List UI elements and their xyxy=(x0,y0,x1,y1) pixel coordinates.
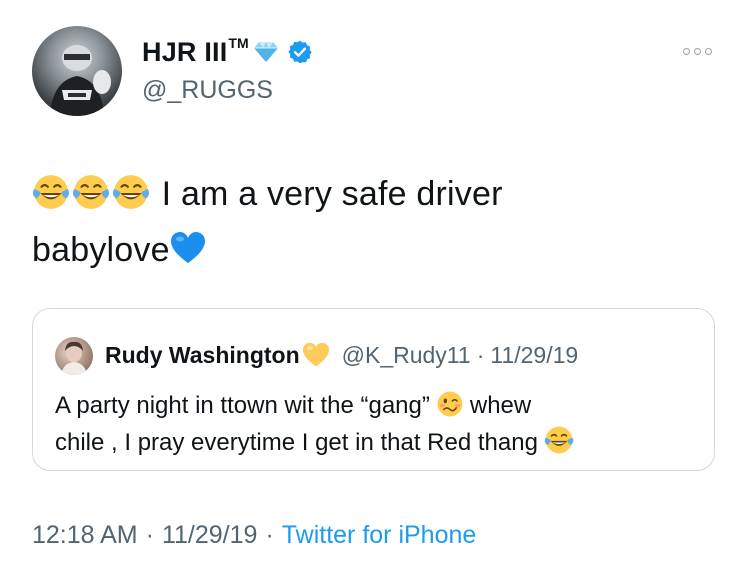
tears-of-joy-emoji-icon xyxy=(544,426,574,454)
tweet-metadata: 12:18 AM · 11/29/19 · Twitter for iPhone xyxy=(32,521,476,550)
quoted-date[interactable]: 11/29/19 xyxy=(490,342,578,369)
quoted-tweet-text: A party night in ttown wit the “gang” wh… xyxy=(55,387,695,461)
avatar-image xyxy=(50,45,111,116)
author-display-name[interactable]: HJR III xyxy=(142,37,227,68)
tweet-time[interactable]: 12:18 AM xyxy=(32,521,138,549)
quoted-tweet-card[interactable]: Rudy Washington @K_Rudy11 · 11/29/19 A p… xyxy=(32,308,715,471)
author-avatar[interactable] xyxy=(32,26,122,116)
quoted-header: Rudy Washington @K_Rudy11 · 11/29/19 xyxy=(105,340,578,370)
tweet: HJR III TM @_RUGGS I am a very safe driv… xyxy=(0,0,745,565)
author-handle[interactable]: @_RUGGS xyxy=(142,76,273,105)
quoted-text-line2: chile , I pray everytime I get in that R… xyxy=(55,429,538,456)
gem-icon xyxy=(253,42,278,62)
more-options-icon[interactable] xyxy=(681,42,715,56)
tears-of-joy-emoji-icon xyxy=(112,175,150,209)
quoted-author-name[interactable]: Rudy Washington xyxy=(105,342,300,369)
tweet-text-line2: babylove xyxy=(32,231,170,269)
tweet-text: I am a very safe driver babylove xyxy=(32,166,692,278)
yellow-heart-emoji-icon xyxy=(302,342,329,367)
tweet-text-line1: I am a very safe driver xyxy=(161,175,503,213)
verified-badge-icon[interactable] xyxy=(287,39,313,65)
trademark-mark: TM xyxy=(228,35,249,51)
tears-of-joy-emoji-icon xyxy=(32,175,70,209)
woozy-face-emoji-icon xyxy=(437,391,463,417)
quoted-separator: · xyxy=(476,341,485,368)
quoted-text-part2: whew xyxy=(469,392,532,419)
quoted-avatar-image xyxy=(61,341,87,375)
author-name-row: HJR III TM xyxy=(142,35,313,68)
quoted-text-part1: A party night in ttown wit the “gang” xyxy=(55,392,430,419)
tears-of-joy-emoji-icon xyxy=(72,175,110,209)
quoted-author-handle[interactable]: @K_Rudy11 xyxy=(342,342,471,369)
meta-separator: · xyxy=(145,521,154,549)
tweet-source-link[interactable]: Twitter for iPhone xyxy=(282,521,477,549)
quoted-author-avatar[interactable] xyxy=(55,337,93,375)
tweet-date[interactable]: 11/29/19 xyxy=(162,521,257,549)
blue-heart-emoji-icon xyxy=(170,232,205,263)
meta-separator: · xyxy=(265,521,274,549)
